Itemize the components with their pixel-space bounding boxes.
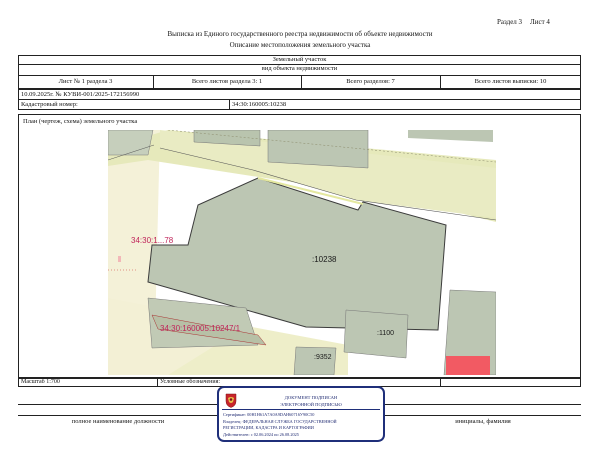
object-type-caption: вид объекта недвижимости: [261, 65, 338, 72]
parcel-9352-label: :9352: [314, 354, 332, 361]
stamp-owner2: РЕГИСТРАЦИИ, КАДАСТРА И КАРТОГРАФИИ: [223, 425, 314, 430]
sheets-in-section: Всего листов раздела 3: 1: [191, 78, 263, 85]
stamp-owner1: Владелец: ФЕДЕРАЛЬНАЯ СЛУЖБА ГОСУДАРСТВЕ…: [223, 419, 337, 424]
object-type: Земельный участок: [272, 56, 327, 63]
document-title: Выписка из Единого государственного реес…: [167, 30, 433, 38]
emblem-icon: [225, 393, 237, 408]
document-subtitle: Описание местоположения земельного участ…: [229, 41, 371, 49]
extract-number: 10.09.2025г. № КУВИ-001/2025-172156990: [21, 91, 140, 98]
electronic-signature-stamp: ДОКУМЕНТ ПОДПИСАН ЭЛЕКТРОННОЙ ПОДПИСЬЮ С…: [217, 386, 385, 442]
scale: Масштаб 1:700: [21, 379, 60, 385]
parcel-1100-label: :1100: [377, 330, 394, 337]
sheet-number: Лист 4: [530, 18, 550, 26]
red-parcel: [446, 356, 490, 375]
cadastral-label: Кадастровый номер:: [21, 101, 78, 108]
stamp-cert: Сертификат: 00Н1Н61A7A0A9DАН60716У90С50: [223, 412, 315, 417]
sheets-total: Всего листов выписки: 10: [474, 78, 547, 85]
legend-label: Условные обозначения:: [160, 379, 221, 385]
left-parcel-label: 34:30:1...78: [131, 236, 174, 245]
diag-parcel-label: 34:30:160005:10247/1: [160, 324, 241, 333]
sections-total: Всего разделов: 7: [346, 78, 395, 85]
stamp-line2: ЭЛЕКТРОННОЙ ПОДПИСЬЮ: [280, 402, 342, 407]
stamp-line1: ДОКУМЕНТ ПОДПИСАН: [284, 395, 338, 400]
main-parcel-label: :10238: [312, 255, 337, 264]
position-caption: полное наименование должности: [71, 418, 165, 425]
cadastral-number: 34:30:160005:10238: [232, 101, 287, 108]
stamp-valid: Действителен: с 02.06.2024 по 26.08.2025: [223, 432, 299, 437]
plan-map: [108, 130, 496, 375]
name-caption: инициалы, фамилия: [455, 418, 511, 425]
section-number: Раздел 3: [497, 18, 523, 26]
sheet-of-section: Лист № 1 раздела 3: [58, 78, 113, 85]
plan-title: План (чертеж, схема) земельного участка: [23, 118, 138, 125]
